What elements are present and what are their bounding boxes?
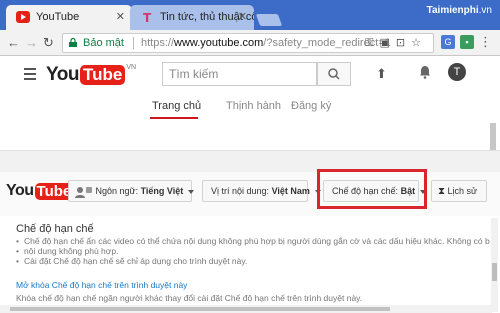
back-icon[interactable]: ← xyxy=(7,35,20,51)
close-tab-icon[interactable]: ✕ xyxy=(116,5,125,30)
tab-youtube[interactable]: YouTube ✕ xyxy=(6,5,132,30)
page-blank-area xyxy=(0,123,500,151)
history-button[interactable]: ⧗ Lịch sử xyxy=(431,180,487,202)
camera-icon[interactable]: ▣ xyxy=(380,37,396,49)
forward-icon[interactable]: → xyxy=(25,35,38,51)
search-button[interactable] xyxy=(317,62,351,86)
hourglass-icon: ⧗ xyxy=(438,186,446,197)
browser-tab-strip: YouTube ✕ T Tin tức, thủ thuật công n ✕ … xyxy=(0,0,500,30)
language-button[interactable]: Ngôn ngữ: Tiếng Việt xyxy=(68,180,195,202)
tab-home[interactable]: Trang chủ xyxy=(152,100,201,112)
restricted-mode-panel: Chế độ hạn chế Chế độ hạn chế ẩn các vid… xyxy=(0,216,500,313)
youtube-masthead: You Tube VN Tìm kiếm ⬆ T Trang chủ Thịnh h… xyxy=(0,57,500,123)
youtube-favicon-icon xyxy=(16,11,30,23)
security-label: Bảo mật xyxy=(83,37,124,49)
horizontal-scrollbar[interactable] xyxy=(0,305,492,313)
tab-title: YouTube xyxy=(36,11,80,23)
lock-note: Khóa chế độ hạn chế ngăn người khác thay… xyxy=(16,293,363,303)
search-input[interactable]: Tìm kiếm xyxy=(162,62,317,86)
key-icon[interactable]: ⚿ xyxy=(365,37,379,49)
tab-subscriptions[interactable]: Đăng ký xyxy=(291,100,331,112)
close-tab-icon[interactable]: ✕ xyxy=(238,5,247,30)
divider xyxy=(133,37,134,49)
omnibox-actions: ⚿▣⊡☆ xyxy=(365,34,427,52)
reload-icon[interactable]: ↻ xyxy=(43,35,54,51)
panel-description: Chế độ hạn chế ẩn các video có thể chứa … xyxy=(16,236,490,266)
star-icon[interactable]: ☆ xyxy=(411,37,427,49)
svg-text:T: T xyxy=(143,11,152,23)
browser-menu-icon[interactable]: ⋮ xyxy=(479,34,492,50)
chevron-down-icon xyxy=(188,189,195,194)
brand-watermark: Taimienphi.vn xyxy=(426,5,492,16)
list-item: Chế độ hạn chế ẩn các video có thể chứa … xyxy=(16,236,490,246)
upload-icon[interactable]: ⬆ xyxy=(376,66,387,82)
hamburger-menu-icon[interactable] xyxy=(24,68,36,83)
content-location-button[interactable]: Vị trí nội dung: Việt Nam xyxy=(202,180,321,202)
list-item: nội dung không phù hợp. xyxy=(16,246,490,256)
new-tab-button[interactable] xyxy=(255,14,283,26)
language-icon xyxy=(75,186,92,198)
address-bar[interactable]: Bảo mật https://www.youtube.com/?safety_… xyxy=(62,33,434,53)
youtube-nav-tabs: Trang chủ Thịnh hành Đăng ký xyxy=(0,95,500,121)
tab-trending[interactable]: Thịnh hành xyxy=(226,100,281,112)
unlock-restricted-mode-link[interactable]: Mở khóa Chế độ hạn chế trên trình duyệt … xyxy=(16,280,187,290)
youtube-logo[interactable]: You Tube VN xyxy=(46,64,136,86)
tab-news[interactable]: T Tin tức, thủ thuật công n ✕ xyxy=(130,5,254,30)
site-favicon-icon: T xyxy=(143,11,152,23)
url-text: https://www.youtube.com/?safety_mode_red… xyxy=(141,37,391,49)
browser-toolbar: ← → ↻ Bảo mật https://www.youtube.com/?s… xyxy=(0,30,500,56)
list-item: Cài đặt Chế độ hạn chế sẽ chỉ áp dụng ch… xyxy=(16,256,490,266)
lock-icon xyxy=(69,38,77,47)
translate-icon[interactable]: ⊡ xyxy=(396,37,411,49)
scrollbar-thumb[interactable] xyxy=(490,123,496,151)
footer-youtube-logo[interactable]: You Tube xyxy=(6,182,74,200)
extension-icon[interactable]: ▪ xyxy=(460,35,474,49)
translate-extension-icon[interactable]: G xyxy=(441,35,455,49)
search-icon xyxy=(328,68,340,80)
highlight-box xyxy=(317,169,427,209)
avatar[interactable]: T xyxy=(448,63,466,81)
panel-title: Chế độ hạn chế xyxy=(16,223,94,235)
active-tab-indicator xyxy=(150,117,198,119)
vertical-scrollbar[interactable] xyxy=(491,218,498,312)
notification-bell-icon[interactable] xyxy=(419,65,431,79)
